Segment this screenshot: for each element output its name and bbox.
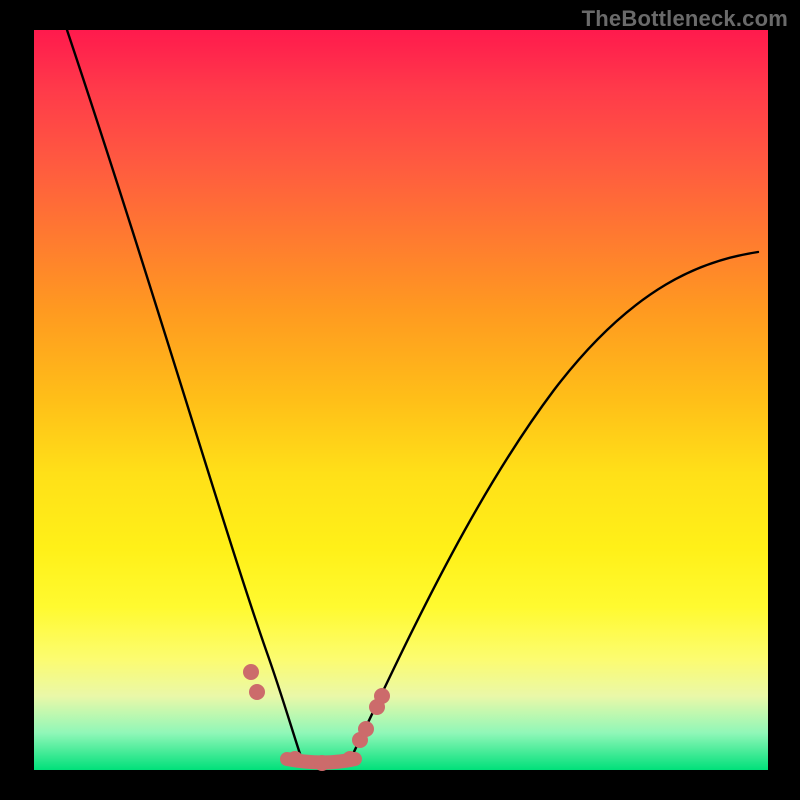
marker-group [243, 664, 390, 771]
watermark-text: TheBottleneck.com [582, 6, 788, 32]
chart-svg [34, 30, 768, 770]
marker-dot [243, 664, 259, 680]
marker-dot [358, 721, 374, 737]
marker-dot [249, 684, 265, 700]
marker-dot [374, 688, 390, 704]
marker-dot [314, 755, 330, 771]
curve-right-arm [350, 252, 758, 760]
curve-left-arm [67, 30, 302, 760]
marker-dot [342, 751, 358, 767]
marker-dot [287, 751, 303, 767]
